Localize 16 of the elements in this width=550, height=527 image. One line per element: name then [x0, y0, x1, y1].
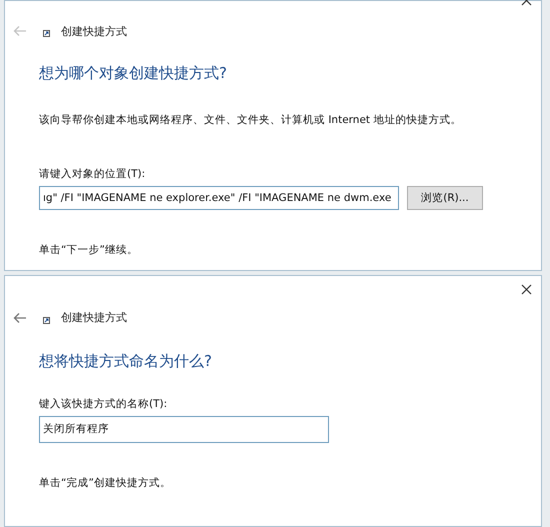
input-field[interactable]: 关闭所有程序 [39, 416, 329, 443]
back-arrow-icon[interactable] [13, 312, 27, 324]
input-field[interactable]: ıg" /FI "IMAGENAME ne explorer.exe" /FI "IMAGENAME ne dwm.exe [39, 186, 399, 210]
close-icon[interactable] [521, 284, 532, 295]
browse-button[interactable]: 浏览(R)... [407, 186, 483, 210]
wizard-description: 该向导帮你创建本地或网络程序、文件、文件夹、计算机或 Internet 地址的快捷方式。 [39, 113, 462, 127]
window-title: 创建快捷方式 [61, 24, 127, 38]
field-label: 请键入对象的位置(T): [39, 167, 146, 181]
wizard-heading: 想将快捷方式命名为什么? [39, 352, 212, 371]
shortcut-icon [43, 316, 50, 324]
wizard-hint: 单击“下一步”继续。 [39, 243, 138, 257]
wizard-heading: 想为哪个对象创建快捷方式? [39, 64, 227, 83]
wizard-hint: 单击“完成”创建快捷方式。 [39, 476, 171, 490]
field-label: 键入该快捷方式的名称(T): [39, 396, 168, 411]
window-title: 创建快捷方式 [61, 310, 127, 326]
shortcut-icon [43, 30, 50, 37]
